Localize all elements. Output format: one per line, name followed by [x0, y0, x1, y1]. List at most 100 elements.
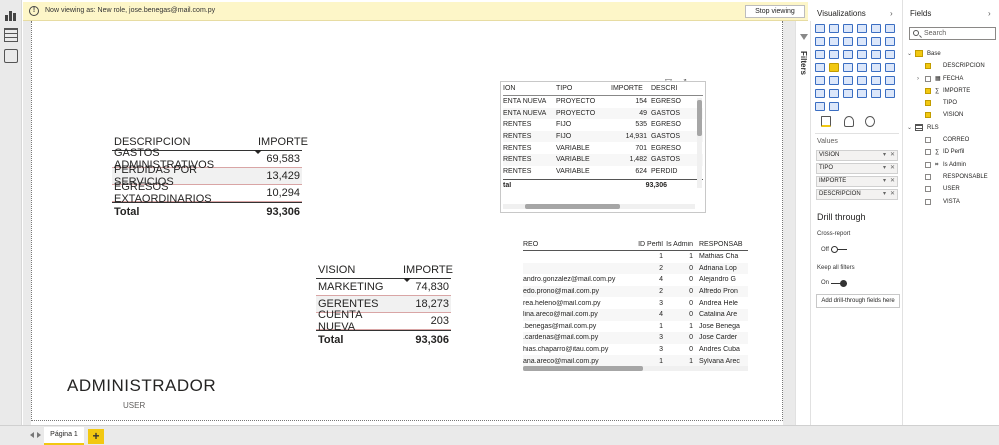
value-well[interactable]: DESCRIPCION ▾ ✕: [816, 189, 898, 200]
table-row[interactable]: ENTA NUEVA PROYECTO 49 GASTOS: [503, 107, 703, 120]
visual-type-icon[interactable]: [843, 76, 853, 85]
table-row[interactable]: lina.areco@mail.com.py 4 0 Catalina Are: [523, 308, 748, 321]
visual-type-icon[interactable]: [829, 76, 839, 85]
visual-type-icon[interactable]: [857, 63, 867, 72]
table-row[interactable]: RENTES VARIABLE 1,482 GASTOS: [503, 153, 703, 166]
field-item[interactable]: DESCRIPCION: [907, 60, 999, 72]
field-table-rls[interactable]: ⌄ RLS: [907, 122, 999, 134]
column-header[interactable]: VISION: [316, 264, 401, 276]
table-row[interactable]: RENTES VARIABLE 701 EGRESO: [503, 142, 703, 154]
visual-type-icon[interactable]: [815, 50, 825, 59]
table-row[interactable]: hias.chaparro@itau.com.py 3 0 Andres Cuba: [523, 344, 748, 356]
close-icon[interactable]: ✕: [890, 164, 895, 173]
vertical-scrollbar[interactable]: [697, 98, 702, 188]
chevron-down-icon[interactable]: ⌄: [907, 48, 912, 60]
visual-type-icon[interactable]: [871, 37, 881, 46]
column-header[interactable]: ION: [503, 85, 556, 92]
visual-type-icon[interactable]: [885, 89, 895, 98]
visual-type-icon[interactable]: [843, 63, 853, 72]
next-page-icon[interactable]: [37, 432, 41, 438]
table-row[interactable]: .cardenas@mail.com.py 3 0 Jose Carder: [523, 332, 748, 344]
checkbox[interactable]: [925, 63, 931, 70]
table-row[interactable]: 1 1 Mathias Cha: [523, 251, 748, 263]
field-item[interactable]: ⌗ Is Admin: [907, 159, 999, 171]
chevron-right-icon[interactable]: ›: [917, 73, 919, 85]
field-item[interactable]: TIPO: [907, 97, 999, 109]
chevron-down-icon[interactable]: ▾: [883, 177, 886, 186]
visual-type-icon[interactable]: [829, 102, 839, 111]
visual-type-icon[interactable]: [857, 89, 867, 98]
detail-table-visual[interactable]: ION TIPO IMPORTE DESCRI ENTA NUEVA PROYEC…: [500, 81, 706, 213]
column-header[interactable]: IMPORTE: [401, 264, 453, 282]
collapse-chevron-icon[interactable]: ›: [890, 9, 893, 18]
visual-type-icon[interactable]: [815, 37, 825, 46]
column-header[interactable]: REO: [523, 241, 633, 248]
visual-type-icon[interactable]: [815, 63, 825, 72]
value-well[interactable]: IMPORTE ▾ ✕: [816, 176, 898, 187]
chevron-down-icon[interactable]: ▾: [883, 164, 886, 173]
visual-type-icon[interactable]: [885, 37, 895, 46]
table-row[interactable]: RENTES FIJO 535 EGRESO: [503, 119, 703, 131]
visual-type-icon[interactable]: [857, 76, 867, 85]
report-view-icon[interactable]: [4, 8, 18, 22]
checkbox[interactable]: [925, 75, 931, 82]
visual-type-icon[interactable]: [885, 50, 895, 59]
close-icon[interactable]: ✕: [890, 151, 895, 160]
field-item[interactable]: RESPONSABLE: [907, 171, 999, 183]
scrollbar-thumb[interactable]: [523, 366, 643, 371]
visual-type-icon[interactable]: [871, 76, 881, 85]
filters-pane-collapsed[interactable]: Filters: [795, 21, 811, 425]
scrollbar-thumb[interactable]: [697, 100, 702, 136]
field-item[interactable]: › ▦ FECHA: [907, 73, 999, 85]
collapse-chevron-icon[interactable]: ›: [988, 9, 991, 18]
horizontal-scrollbar[interactable]: [523, 366, 748, 371]
fields-search-input[interactable]: Search: [909, 27, 996, 40]
checkbox[interactable]: [925, 173, 931, 180]
add-page-button[interactable]: +: [88, 429, 104, 444]
fields-tab-icon[interactable]: [821, 116, 831, 127]
users-table[interactable]: REO ID Perfil Is Admin RESPONSAB 1 1 Mathi…: [523, 238, 748, 373]
scrollbar-thumb[interactable]: [525, 204, 620, 209]
checkbox[interactable]: [925, 186, 931, 193]
field-table-base[interactable]: ⌄ Base: [907, 48, 999, 60]
keep-filters-toggle[interactable]: [831, 280, 847, 287]
visual-type-icon[interactable]: [815, 24, 825, 33]
checkbox[interactable]: [925, 87, 931, 94]
chevron-down-icon[interactable]: ▾: [883, 190, 886, 199]
table-row[interactable]: MARKETING 74,830: [316, 279, 451, 296]
field-item[interactable]: ∑ IMPORTE: [907, 85, 999, 97]
table-row[interactable]: edo.prono@mail.com.py 2 0 Alfredo Pron: [523, 285, 748, 298]
visual-type-icon[interactable]: [815, 102, 825, 111]
close-icon[interactable]: ✕: [890, 177, 895, 186]
field-item[interactable]: CORREO: [907, 134, 999, 146]
page-tab[interactable]: Página 1: [44, 427, 84, 445]
column-header[interactable]: ID Perfil: [633, 241, 663, 248]
column-header[interactable]: TIPO: [556, 85, 611, 92]
visual-type-icon[interactable]: [857, 24, 867, 33]
stop-viewing-button[interactable]: Stop viewing: [745, 5, 805, 18]
visual-type-icon[interactable]: [843, 50, 853, 59]
field-item[interactable]: VISION: [907, 109, 999, 121]
visual-type-icon[interactable]: [843, 24, 853, 33]
value-well[interactable]: TIPO ▾ ✕: [816, 163, 898, 174]
visual-type-icon[interactable]: [829, 50, 839, 59]
table-row[interactable]: 2 0 Adriana Lop: [523, 262, 748, 275]
visual-type-icon[interactable]: [829, 37, 839, 46]
column-header[interactable]: RESPONSAB: [693, 241, 748, 248]
close-icon[interactable]: ✕: [890, 190, 895, 199]
checkbox[interactable]: [925, 161, 931, 168]
visual-type-icon[interactable]: [829, 63, 839, 72]
visual-type-icon[interactable]: [815, 76, 825, 85]
table-row[interactable]: ENTA NUEVA PROYECTO 154 EGRESOS: [503, 96, 703, 108]
field-item[interactable]: ∑ ID Perfil: [907, 146, 999, 158]
table-row[interactable]: .benegas@mail.com.py 1 1 Jose Benega: [523, 321, 748, 333]
previous-page-icon[interactable]: [30, 432, 34, 438]
analytics-icon[interactable]: [865, 116, 875, 127]
column-header[interactable]: DESCRI: [647, 85, 677, 92]
visual-type-icon[interactable]: [871, 63, 881, 72]
field-item[interactable]: USER: [907, 183, 999, 195]
column-header[interactable]: IMPORTE: [252, 136, 308, 154]
model-view-icon[interactable]: [4, 49, 18, 63]
checkbox[interactable]: [925, 100, 931, 107]
visual-type-icon[interactable]: [885, 76, 895, 85]
